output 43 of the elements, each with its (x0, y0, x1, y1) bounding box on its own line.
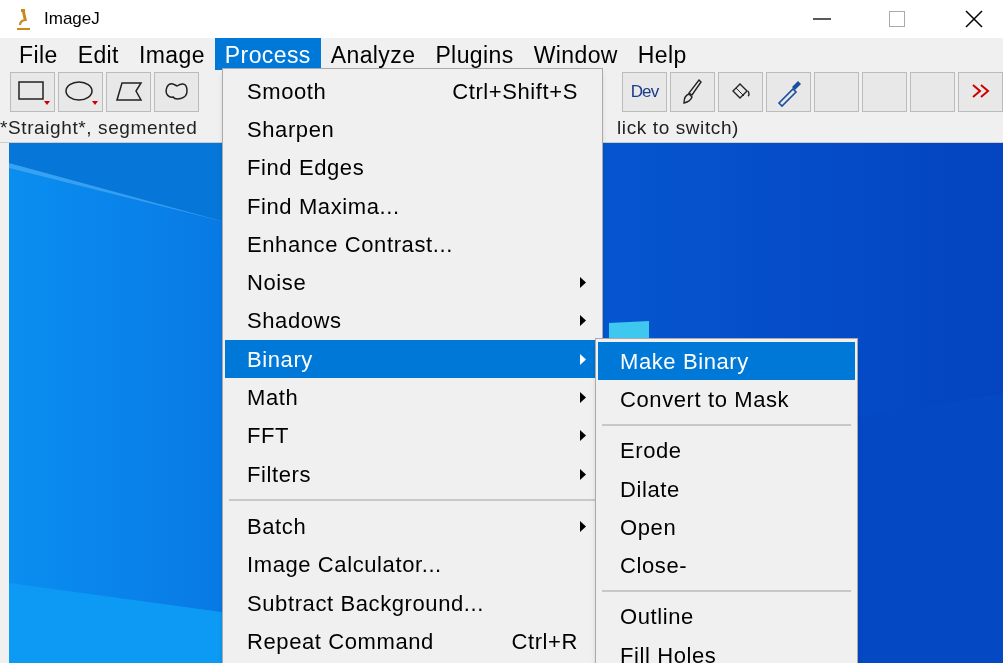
tool-button[interactable] (10, 72, 55, 112)
window-title: ImageJ (44, 8, 100, 31)
submenu-arrow-icon (580, 520, 586, 532)
submenu-arrow-icon (580, 353, 586, 365)
status-text: lick to switch) (617, 115, 739, 140)
menu-item[interactable]: Plugins (425, 38, 524, 70)
menu-item[interactable]: Find Edges (225, 148, 600, 187)
status-text: *Straight*, segmented (0, 115, 198, 140)
tool-button[interactable] (58, 72, 103, 112)
menu-item[interactable]: Close- (598, 546, 855, 585)
menu-item[interactable]: Process (214, 38, 321, 70)
tool-button[interactable]: Dev (622, 72, 667, 112)
tool-button[interactable] (670, 72, 715, 112)
menu-item[interactable]: Make Binary (598, 342, 855, 381)
close-icon[interactable] (965, 10, 983, 28)
menu-item[interactable]: Erode (598, 431, 855, 470)
menu-item[interactable]: Fill Holes (598, 636, 855, 663)
menu-item[interactable]: Smooth Ctrl+Shift+S (225, 72, 600, 111)
menu-item[interactable]: Image (128, 38, 215, 70)
menu-item[interactable]: Help (627, 38, 697, 70)
tool-button[interactable] (718, 72, 763, 112)
tool-button[interactable] (766, 72, 811, 112)
menu-item[interactable]: Outline (598, 597, 855, 637)
submenu-arrow-icon (580, 468, 586, 480)
tool-button[interactable] (154, 72, 199, 112)
menu-item[interactable]: Window (523, 38, 628, 70)
menu-item[interactable]: File (9, 38, 68, 70)
menu-item[interactable]: Sharpen (225, 110, 600, 149)
submenu-arrow-icon (580, 315, 586, 327)
menu-item[interactable]: Shadows (225, 301, 600, 341)
menu-item[interactable]: Edit (67, 38, 129, 70)
microscope-icon (14, 8, 32, 30)
menu-item[interactable]: Enhance Contrast... (225, 225, 600, 264)
menu-item[interactable]: Noise (225, 263, 600, 302)
menu-item[interactable]: Dilate (598, 469, 855, 509)
submenu-arrow-icon (580, 392, 586, 403)
submenu-arrow-icon (580, 430, 586, 442)
submenu-arrow-icon (580, 277, 586, 289)
tool-button[interactable] (106, 72, 151, 112)
menu-item[interactable]: Convert to Mask (598, 380, 855, 419)
menu-item[interactable]: Analyze (320, 38, 426, 70)
menu-item[interactable]: Find Maxima... (225, 186, 600, 226)
menu-item[interactable]: Open (598, 508, 855, 547)
